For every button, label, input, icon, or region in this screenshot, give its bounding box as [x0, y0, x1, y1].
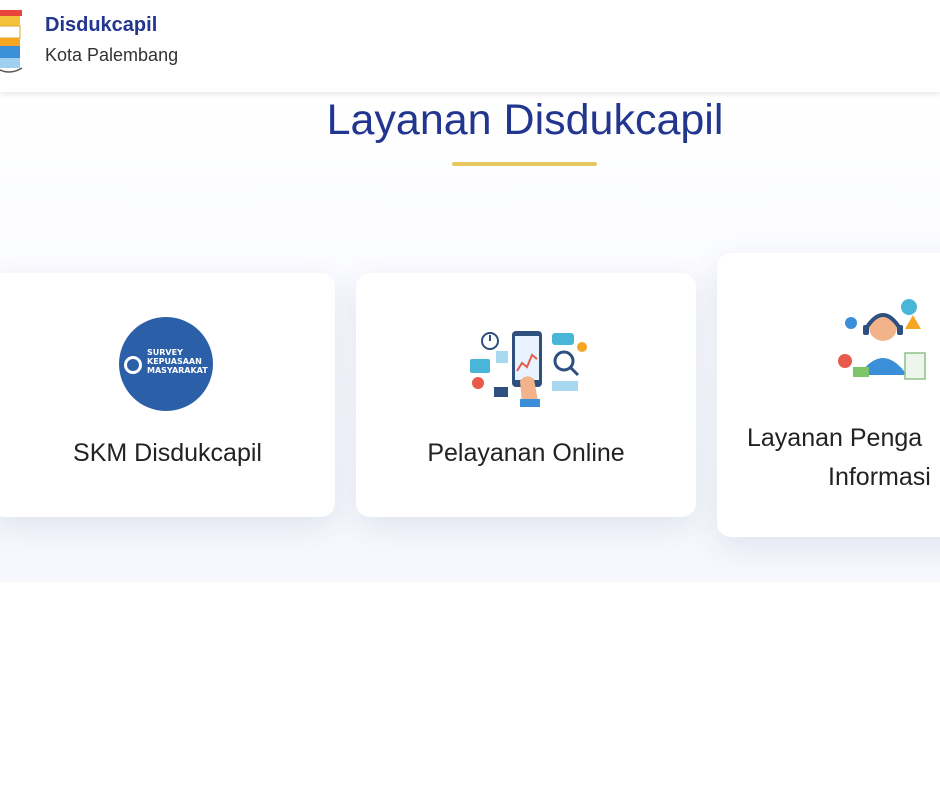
card-label-online: Pelayanan Online	[427, 439, 625, 467]
title-underline	[452, 162, 597, 166]
card-label-information: Layanan Penga Informasi	[747, 419, 940, 497]
service-card-skm[interactable]: SURVEY KEPUASAAN MASYARAKAT SKM Disdukca…	[0, 273, 335, 517]
site-header: Disdukcapil Kota Palembang	[0, 0, 940, 92]
customer-service-icon	[838, 299, 926, 380]
service-card-information[interactable]: Layanan Penga Informasi	[717, 253, 940, 537]
service-card-online[interactable]: Pelayanan Online	[356, 273, 696, 517]
brand-title[interactable]: Disdukcapil	[45, 14, 157, 37]
survey-badge-icon: SURVEY KEPUASAAN MASYARAKAT	[119, 317, 213, 411]
online-service-icon	[470, 331, 587, 407]
section-title: Layanan Disdukcapil	[326, 96, 724, 144]
card-label-skm: SKM Disdukcapil	[73, 439, 262, 467]
city-emblem-icon[interactable]	[0, 4, 24, 80]
badge-ring	[124, 356, 142, 374]
card-label-information-line2: Informasi	[828, 463, 931, 491]
brand-subtitle: Kota Palembang	[45, 45, 179, 65]
badge-text: SURVEY KEPUASAAN MASYARAKAT	[147, 348, 208, 375]
card-label-information-line1: Layanan Penga	[747, 424, 923, 452]
